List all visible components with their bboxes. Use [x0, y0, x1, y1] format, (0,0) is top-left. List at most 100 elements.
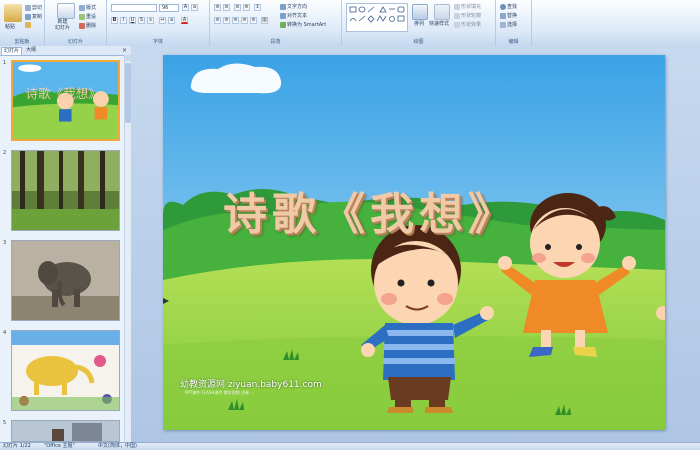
slides-group: 新建 幻灯片 版式 重设 删除 幻灯片 [45, 0, 107, 46]
child-drawing-picture [12, 331, 119, 410]
convert-smartart-button[interactable]: 转换为 SmartArt [280, 21, 326, 28]
numbering-button[interactable]: ≡ [223, 4, 230, 11]
editing-group-label: 编辑 [508, 39, 519, 45]
clipboard-group: 粘贴 剪切 复制 剪贴板 [0, 0, 45, 46]
select-button[interactable]: 选择 [500, 21, 517, 28]
convert-smartart-label: 转换为 SmartArt [287, 22, 327, 28]
slide-title[interactable]: 诗歌《我想》 [223, 178, 517, 242]
photo-picture [12, 421, 119, 441]
slide-number: 1 [3, 60, 7, 66]
format-painter-button[interactable] [25, 22, 32, 29]
shape-outline-button[interactable]: 形状轮廓 [454, 12, 481, 19]
layout-icon [79, 4, 85, 11]
slides-pane: 幻灯片 大纲 × 1 诗歌《我想》 2 3 4 5 [0, 46, 131, 442]
paste-icon[interactable] [4, 4, 22, 22]
close-pane-button[interactable]: × [120, 47, 129, 54]
cut-icon [25, 4, 31, 11]
drawing-group: 排列 快速样式 形状填充 形状轮廓 形状效果 绘图 [342, 0, 496, 46]
distributed-button[interactable]: ≡ [250, 17, 257, 24]
svg-text:诗歌《我想》: 诗歌《我想》 [26, 86, 101, 101]
drawing-group-label: 绘图 [413, 39, 424, 45]
reset-icon [79, 13, 85, 20]
new-slide-icon[interactable] [57, 3, 75, 19]
shape-fill-button[interactable]: 形状填充 [454, 3, 481, 10]
increase-indent-button[interactable]: ≡ [243, 4, 250, 11]
font-color-button[interactable]: A [181, 17, 188, 24]
align-text-button[interactable]: 对齐文本 [280, 12, 307, 19]
shadow-button[interactable]: s [147, 17, 154, 24]
delete-button[interactable]: 删除 [79, 22, 96, 29]
thumbnail-image-5 [11, 420, 120, 442]
columns-button[interactable]: ▥ [261, 17, 268, 24]
select-arrow-icon [500, 21, 506, 28]
line-spacing-button[interactable]: ↕ [254, 4, 261, 11]
justify-button[interactable]: ≡ [241, 17, 248, 24]
underline-button[interactable]: U [129, 17, 136, 24]
font-group: 96 A a B I U S s ↔ a A 字体 [107, 0, 210, 46]
arrange-button[interactable]: 排列 [414, 20, 424, 27]
align-right-button[interactable]: ≡ [232, 17, 239, 24]
reset-button[interactable]: 重设 [79, 13, 96, 20]
grow-font-button[interactable]: A [182, 4, 189, 11]
slide-number: 4 [3, 330, 7, 336]
quick-styles-button[interactable]: 快速样式 [429, 20, 449, 27]
text-direction-button[interactable]: 文字方向 [280, 3, 307, 10]
thumbnail-image-1: 诗歌《我想》 [11, 60, 120, 141]
brush-icon [25, 22, 31, 28]
change-case-button[interactable]: a [168, 17, 175, 24]
decrease-indent-button[interactable]: ≡ [234, 4, 241, 11]
shape-fill-label: 形状填充 [461, 4, 482, 10]
bold-button[interactable]: B [111, 17, 118, 24]
align-text-label: 对齐文本 [287, 13, 308, 19]
char-spacing-button[interactable]: ↔ [159, 17, 166, 24]
thumbnail-image-2 [11, 150, 120, 231]
quick-styles-icon[interactable] [434, 4, 450, 20]
binoculars-icon [500, 3, 506, 10]
thumbnail-image-4 [11, 330, 120, 411]
delete-label: 删除 [86, 23, 97, 29]
align-left-button[interactable]: ≡ [214, 17, 221, 24]
shrink-font-button[interactable]: a [191, 4, 198, 11]
watermark-subtext: PPT课件 FLASH课件 教学视频 试卷 ... [185, 390, 255, 395]
layout-button[interactable]: 版式 [79, 4, 96, 11]
outline-pen-icon [454, 12, 460, 19]
align-text-icon [280, 12, 286, 19]
italic-button[interactable]: I [120, 17, 127, 24]
editing-group: 查找 替换 选择 编辑 [496, 0, 532, 46]
thumbnail-preview-title: 诗歌《我想》 [13, 62, 118, 139]
text-direction-icon [280, 3, 286, 10]
new-slide-button[interactable]: 新建 幻灯片 [55, 19, 70, 31]
clipboard-group-label: 剪贴板 [14, 39, 30, 45]
effects-icon [454, 21, 460, 28]
align-center-button[interactable]: ≡ [223, 17, 230, 24]
shapes-gallery[interactable] [346, 3, 408, 32]
strikethrough-button[interactable]: S [138, 17, 145, 24]
tab-slides[interactable]: 幻灯片 [1, 47, 23, 55]
replace-label: 替换 [507, 13, 518, 19]
shapes-gallery-icons [349, 6, 405, 23]
pane-scrollbar[interactable] [124, 55, 131, 442]
copy-button[interactable]: 复制 [25, 13, 42, 20]
cut-button[interactable]: 剪切 [25, 4, 42, 11]
find-label: 查找 [507, 4, 518, 10]
replace-button[interactable]: 替换 [500, 12, 517, 19]
reset-label: 重设 [86, 14, 97, 20]
arrange-icon[interactable] [412, 4, 428, 20]
bullets-button[interactable]: ≡ [214, 4, 221, 11]
copy-icon [25, 13, 31, 20]
shape-effects-button[interactable]: 形状效果 [454, 21, 481, 28]
font-size-field[interactable]: 96 [159, 4, 179, 12]
layout-label: 版式 [86, 5, 97, 11]
tab-outline[interactable]: 大纲 [24, 47, 38, 54]
paste-button-label[interactable]: 粘贴 [5, 23, 15, 30]
font-name-field[interactable] [111, 4, 157, 12]
copy-label: 复制 [32, 14, 43, 20]
ribbon: 粘贴 剪切 复制 剪贴板 新建 幻灯片 版式 重设 删除 幻灯片 96 A a … [0, 0, 700, 47]
find-button[interactable]: 查找 [500, 3, 517, 10]
paragraph-group: ≡ ≡ ≡ ≡ ↕ ≡ ≡ ≡ ≡ ≡ ▥ 文字方向 对齐文本 转换为 Smar… [210, 0, 342, 46]
watermark-text: 幼教资源网 ziyuan.baby611.com [180, 380, 322, 390]
current-slide[interactable]: 诗歌《我想》 幼教资源网 ziyuan.baby611.com PPT课件 FL… [163, 55, 665, 430]
delete-icon [79, 22, 85, 29]
select-label: 选择 [507, 22, 518, 28]
shape-effects-label: 形状效果 [461, 22, 482, 28]
